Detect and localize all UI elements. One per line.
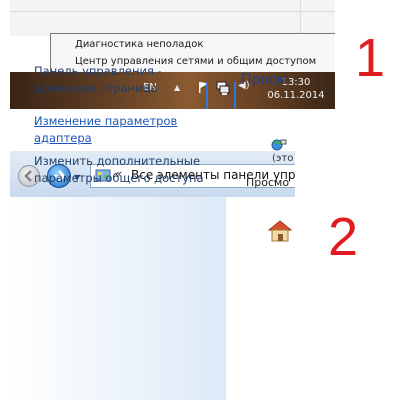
sidebar — [10, 197, 226, 400]
sidebar-link-home[interactable]: Панель управления - домашняя страница — [34, 63, 204, 97]
window-edge — [10, 11, 335, 12]
sidebar-link-adapter-settings[interactable]: Изменение параметров адаптера — [34, 113, 204, 147]
home-group-icon — [267, 220, 293, 242]
network-globe-icon — [271, 139, 287, 151]
step-number-1: 1 — [355, 28, 386, 88]
desktop-background — [10, 0, 335, 36]
sidebar-link-sharing-settings[interactable]: Изменить дополнительные параметры общего… — [34, 153, 214, 187]
window-edge-vertical — [300, 0, 301, 36]
network-item-label: (это — [272, 153, 294, 164]
page-title: Просм — [241, 72, 288, 88]
menu-item-troubleshoot[interactable]: Диагностика неполадок — [51, 36, 335, 53]
view-label: Просмо — [246, 176, 290, 189]
step-number-2: 2 — [328, 207, 359, 267]
highlight-frame — [206, 82, 236, 109]
clock-date: 06.11.2014 — [267, 90, 325, 101]
